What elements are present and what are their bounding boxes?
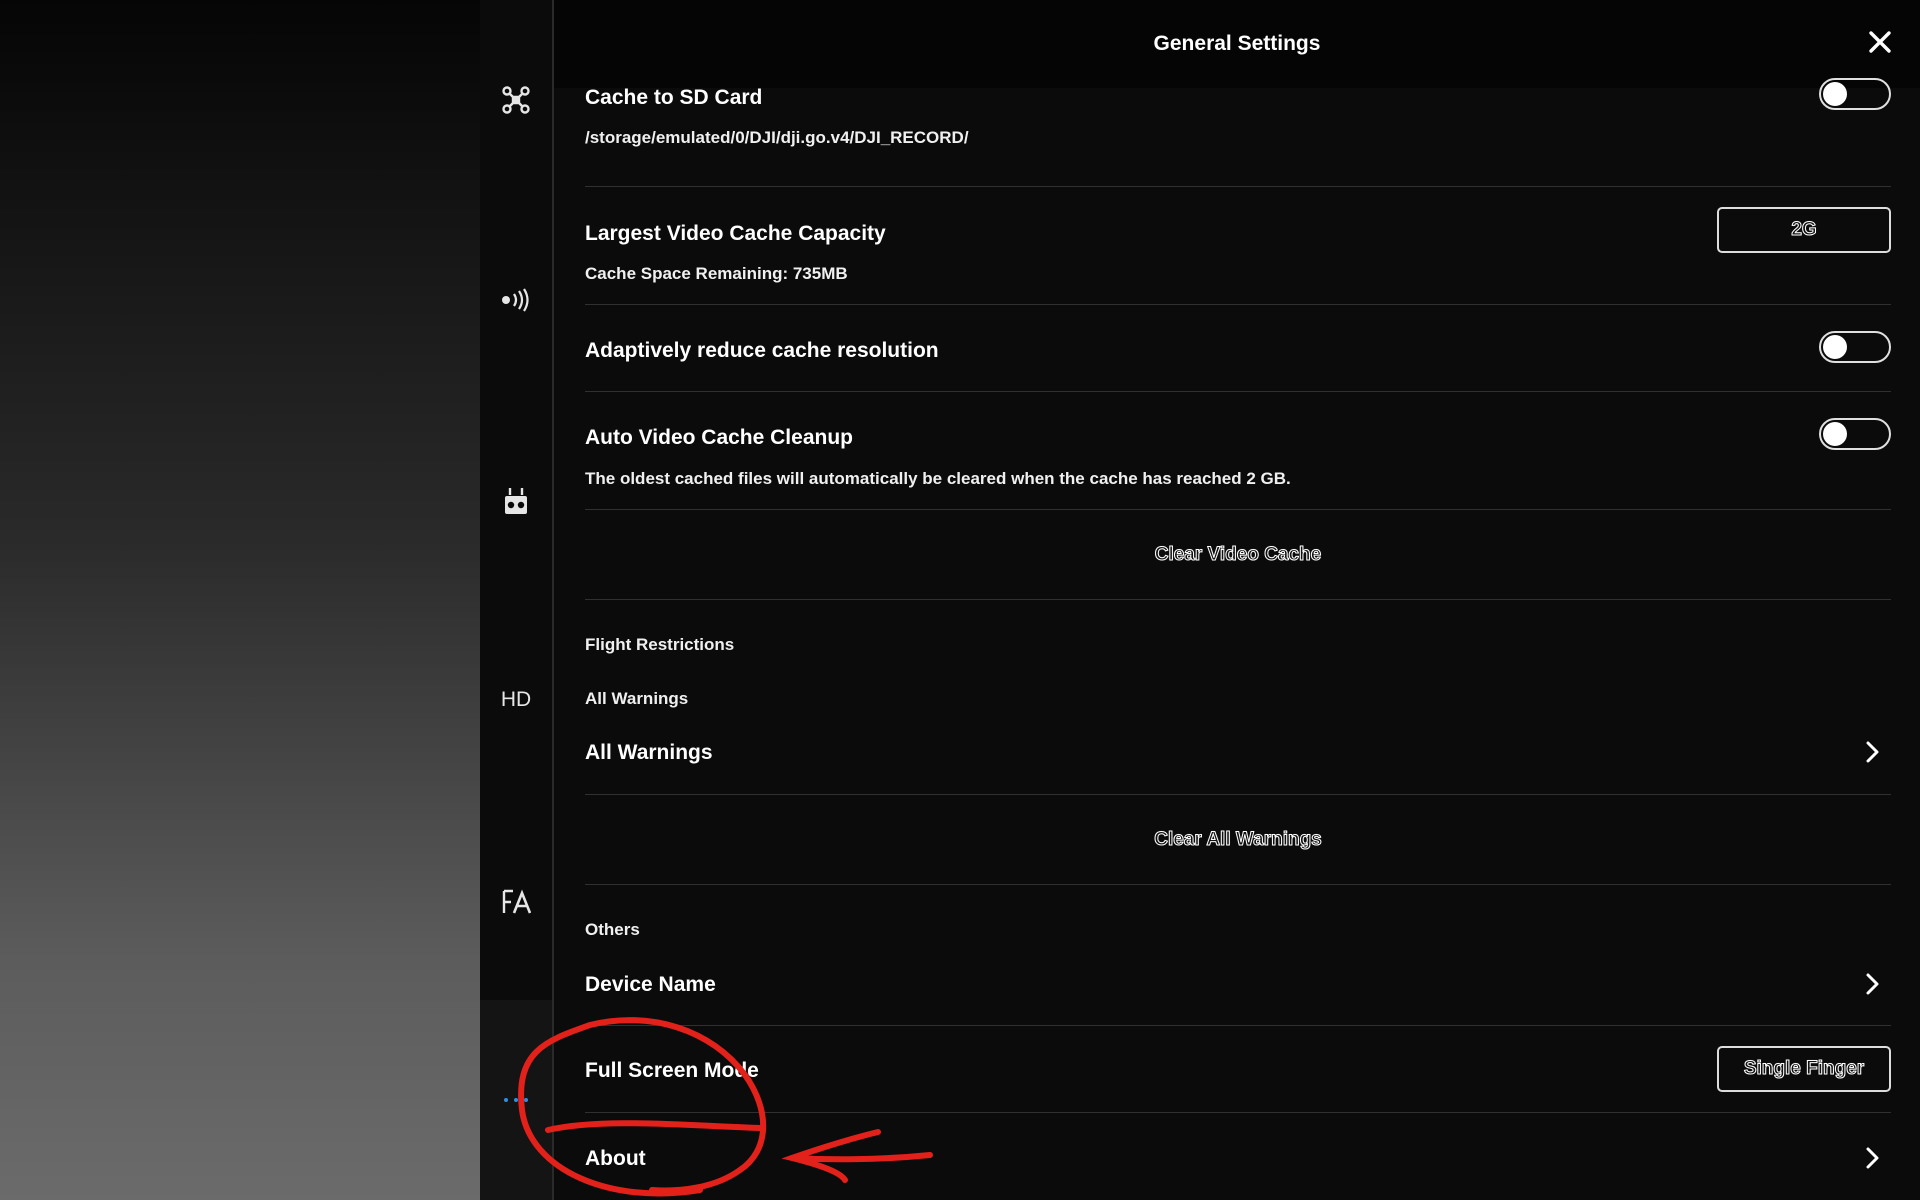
toggle-knob bbox=[1823, 335, 1847, 359]
others-section: Others bbox=[585, 884, 1891, 944]
all-warnings-label: All Warnings bbox=[585, 741, 713, 764]
background-left bbox=[0, 0, 480, 1200]
chevron-right-icon bbox=[1866, 741, 1879, 763]
sidebar-item-general[interactable] bbox=[480, 882, 552, 922]
sidebar-item-remote-controller[interactable] bbox=[480, 480, 552, 524]
chevron-right-icon bbox=[1866, 973, 1879, 995]
clear-all-warnings-row: Clear All Warnings bbox=[585, 794, 1891, 885]
about-label: About bbox=[585, 1147, 646, 1170]
sidebar-item-aircraft[interactable] bbox=[480, 80, 552, 120]
setting-full-screen-mode: Full Screen Mode Single Finger bbox=[585, 1025, 1891, 1113]
device-name-label: Device Name bbox=[585, 973, 716, 996]
others-header: Others bbox=[585, 920, 640, 939]
flight-restrictions-section: Flight Restrictions All Warnings bbox=[585, 599, 1891, 708]
remote-controller-icon bbox=[505, 488, 527, 514]
close-icon[interactable] bbox=[1866, 28, 1894, 56]
cache-capacity-button[interactable]: 2G bbox=[1717, 207, 1891, 253]
sidebar-item-more[interactable] bbox=[480, 1090, 552, 1110]
cache-sd-label: Cache to SD Card bbox=[585, 86, 763, 109]
full-screen-mode-value: Single Finger bbox=[1743, 1058, 1865, 1080]
all-warnings-subtitle: All Warnings bbox=[585, 689, 689, 708]
largest-cache-label: Largest Video Cache Capacity bbox=[585, 222, 886, 245]
flight-restrictions-header: Flight Restrictions bbox=[585, 635, 735, 654]
cache-capacity-value: 2G bbox=[1791, 219, 1817, 241]
setting-all-warnings[interactable]: All Warnings bbox=[585, 710, 1891, 795]
chevron-right-icon bbox=[1866, 1147, 1879, 1169]
toggle-knob bbox=[1823, 82, 1847, 106]
adaptive-label: Adaptively reduce cache resolution bbox=[585, 339, 939, 362]
cache-sd-path: /storage/emulated/0/DJI/dji.go.v4/DJI_RE… bbox=[585, 128, 969, 147]
sidebar-item-hd[interactable]: HD bbox=[480, 680, 552, 720]
full-screen-mode-label: Full Screen Mode bbox=[585, 1059, 759, 1082]
clear-video-cache-button[interactable]: Clear Video Cache bbox=[585, 544, 1891, 566]
clear-all-warnings-button[interactable]: Clear All Warnings bbox=[585, 829, 1891, 851]
setting-largest-video-cache: Largest Video Cache Capacity Cache Space… bbox=[585, 186, 1891, 305]
settings-sidebar: HD bbox=[480, 0, 554, 1200]
cache-sd-toggle[interactable] bbox=[1819, 78, 1891, 110]
cache-space-remaining: Cache Space Remaining: 735MB bbox=[585, 264, 848, 283]
clear-video-cache-row: Clear Video Cache bbox=[585, 509, 1891, 600]
hd-label: HD bbox=[500, 688, 532, 711]
signal-icon bbox=[502, 288, 529, 312]
page-title: General Settings bbox=[1153, 32, 1321, 55]
setting-about[interactable]: About bbox=[585, 1112, 1891, 1200]
adaptive-toggle[interactable] bbox=[1819, 331, 1891, 363]
language-icon bbox=[502, 889, 531, 914]
auto-cleanup-toggle[interactable] bbox=[1819, 418, 1891, 450]
setting-device-name[interactable]: Device Name bbox=[585, 944, 1891, 1026]
more-icon bbox=[504, 1098, 528, 1102]
full-screen-mode-button[interactable]: Single Finger bbox=[1717, 1046, 1891, 1092]
toggle-knob bbox=[1823, 422, 1847, 446]
auto-cleanup-label: Auto Video Cache Cleanup bbox=[585, 426, 853, 449]
panel-header: General Settings bbox=[554, 0, 1920, 88]
auto-cleanup-description: The oldest cached files will automatical… bbox=[585, 469, 1291, 488]
general-settings-panel: General Settings Cache to SD Card /stora… bbox=[554, 0, 1920, 1200]
aircraft-icon bbox=[502, 86, 530, 114]
setting-adaptive-resolution: Adaptively reduce cache resolution bbox=[585, 304, 1891, 392]
setting-cache-sd-card: Cache to SD Card /storage/emulated/0/DJI… bbox=[585, 78, 1891, 187]
sidebar-item-signal[interactable] bbox=[480, 280, 552, 320]
setting-auto-cache-cleanup: Auto Video Cache Cleanup The oldest cach… bbox=[585, 391, 1891, 510]
